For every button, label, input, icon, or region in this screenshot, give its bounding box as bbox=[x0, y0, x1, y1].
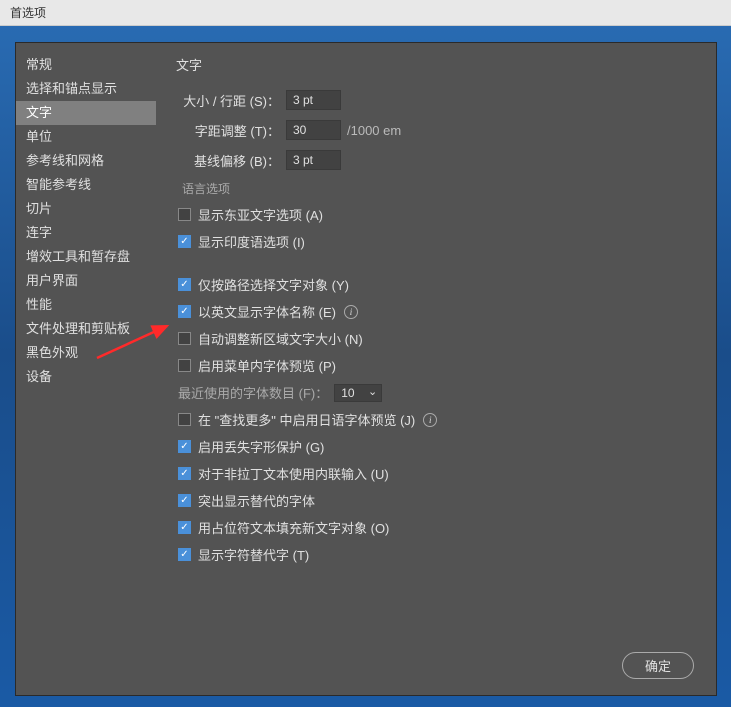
sidebar-item-hyphenation[interactable]: 连字 bbox=[16, 221, 156, 245]
char-alt-row[interactable]: 显示字符替代字 (T) bbox=[176, 545, 696, 564]
sidebar-item-guides[interactable]: 参考线和网格 bbox=[16, 149, 156, 173]
sidebar-item-performance[interactable]: 性能 bbox=[16, 293, 156, 317]
jp-preview-row[interactable]: 在 "查找更多" 中启用日语字体预览 (J) i bbox=[176, 410, 696, 429]
size-leading-row: 大小 / 行距 (S)： bbox=[176, 90, 696, 110]
size-leading-label: 大小 / 行距 (S)： bbox=[176, 91, 286, 110]
menu-preview-label: 启用菜单内字体预览 (P) bbox=[198, 356, 336, 375]
english-font-label: 以英文显示字体名称 (E) bbox=[198, 302, 336, 321]
inline-input-label: 对于非拉丁文本使用内联输入 (U) bbox=[198, 464, 389, 483]
tracking-label: 字距调整 (T)： bbox=[176, 121, 286, 140]
highlight-alt-checkbox[interactable] bbox=[178, 494, 191, 507]
baseline-row: 基线偏移 (B)： bbox=[176, 150, 696, 170]
sidebar-item-units[interactable]: 单位 bbox=[16, 125, 156, 149]
tracking-row: 字距调整 (T)： /1000 em bbox=[176, 120, 696, 140]
placeholder-fill-checkbox[interactable] bbox=[178, 521, 191, 534]
missing-glyph-row[interactable]: 启用丢失字形保护 (G) bbox=[176, 437, 696, 456]
baseline-input[interactable] bbox=[286, 150, 341, 170]
inline-input-checkbox[interactable] bbox=[178, 467, 191, 480]
language-section-header: 语言选项 bbox=[176, 180, 696, 197]
sidebar-item-ui[interactable]: 用户界面 bbox=[16, 269, 156, 293]
size-leading-input[interactable] bbox=[286, 90, 341, 110]
menu-preview-checkbox[interactable] bbox=[178, 359, 191, 372]
recent-fonts-label: 最近使用的字体数目 (F)： bbox=[178, 383, 328, 402]
sidebar-item-devices[interactable]: 设备 bbox=[16, 365, 156, 389]
sidebar: 常规 选择和锚点显示 文字 单位 参考线和网格 智能参考线 切片 连字 增效工具… bbox=[16, 43, 156, 695]
sidebar-item-slices[interactable]: 切片 bbox=[16, 197, 156, 221]
east-asian-row[interactable]: 显示东亚文字选项 (A) bbox=[176, 205, 696, 224]
sidebar-item-type[interactable]: 文字 bbox=[16, 101, 156, 125]
indic-label: 显示印度语选项 (I) bbox=[198, 232, 305, 251]
char-alt-label: 显示字符替代字 (T) bbox=[198, 545, 309, 564]
recent-fonts-row: 最近使用的字体数目 (F)： 10 bbox=[176, 383, 696, 402]
placeholder-fill-row[interactable]: 用占位符文本填充新文字对象 (O) bbox=[176, 518, 696, 537]
baseline-label: 基线偏移 (B)： bbox=[176, 151, 286, 170]
indic-row[interactable]: 显示印度语选项 (I) bbox=[176, 232, 696, 251]
sidebar-item-file-handling[interactable]: 文件处理和剪贴板 bbox=[16, 317, 156, 341]
button-row: 确定 bbox=[622, 652, 694, 679]
indic-checkbox[interactable] bbox=[178, 235, 191, 248]
content-title: 文字 bbox=[176, 55, 696, 74]
missing-glyph-label: 启用丢失字形保护 (G) bbox=[198, 437, 324, 456]
ok-button[interactable]: 确定 bbox=[622, 652, 694, 679]
tracking-input[interactable] bbox=[286, 120, 341, 140]
sidebar-item-black-appearance[interactable]: 黑色外观 bbox=[16, 341, 156, 365]
menu-preview-row[interactable]: 启用菜单内字体预览 (P) bbox=[176, 356, 696, 375]
auto-resize-label: 自动调整新区域文字大小 (N) bbox=[198, 329, 363, 348]
path-only-row[interactable]: 仅按路径选择文字对象 (Y) bbox=[176, 275, 696, 294]
tracking-suffix: /1000 em bbox=[347, 123, 401, 138]
east-asian-label: 显示东亚文字选项 (A) bbox=[198, 205, 323, 224]
preferences-dialog: 常规 选择和锚点显示 文字 单位 参考线和网格 智能参考线 切片 连字 增效工具… bbox=[15, 42, 717, 696]
recent-fonts-select[interactable]: 10 bbox=[334, 384, 382, 402]
info-icon[interactable]: i bbox=[423, 413, 437, 427]
jp-preview-checkbox[interactable] bbox=[178, 413, 191, 426]
content-panel: 文字 大小 / 行距 (S)： 字距调整 (T)： /1000 em 基线偏移 … bbox=[156, 43, 716, 695]
sidebar-item-selection[interactable]: 选择和锚点显示 bbox=[16, 77, 156, 101]
missing-glyph-checkbox[interactable] bbox=[178, 440, 191, 453]
highlight-alt-row[interactable]: 突出显示替代的字体 bbox=[176, 491, 696, 510]
inline-input-row[interactable]: 对于非拉丁文本使用内联输入 (U) bbox=[176, 464, 696, 483]
path-only-label: 仅按路径选择文字对象 (Y) bbox=[198, 275, 349, 294]
sidebar-item-smart-guides[interactable]: 智能参考线 bbox=[16, 173, 156, 197]
info-icon[interactable]: i bbox=[344, 305, 358, 319]
jp-preview-label: 在 "查找更多" 中启用日语字体预览 (J) bbox=[198, 410, 415, 429]
english-font-checkbox[interactable] bbox=[178, 305, 191, 318]
sidebar-item-plugins[interactable]: 增效工具和暂存盘 bbox=[16, 245, 156, 269]
path-only-checkbox[interactable] bbox=[178, 278, 191, 291]
highlight-alt-label: 突出显示替代的字体 bbox=[198, 491, 315, 510]
placeholder-fill-label: 用占位符文本填充新文字对象 (O) bbox=[198, 518, 389, 537]
sidebar-item-general[interactable]: 常规 bbox=[16, 53, 156, 77]
english-font-row[interactable]: 以英文显示字体名称 (E) i bbox=[176, 302, 696, 321]
char-alt-checkbox[interactable] bbox=[178, 548, 191, 561]
auto-resize-row[interactable]: 自动调整新区域文字大小 (N) bbox=[176, 329, 696, 348]
titlebar: 首选项 bbox=[0, 0, 731, 26]
east-asian-checkbox[interactable] bbox=[178, 208, 191, 221]
auto-resize-checkbox[interactable] bbox=[178, 332, 191, 345]
